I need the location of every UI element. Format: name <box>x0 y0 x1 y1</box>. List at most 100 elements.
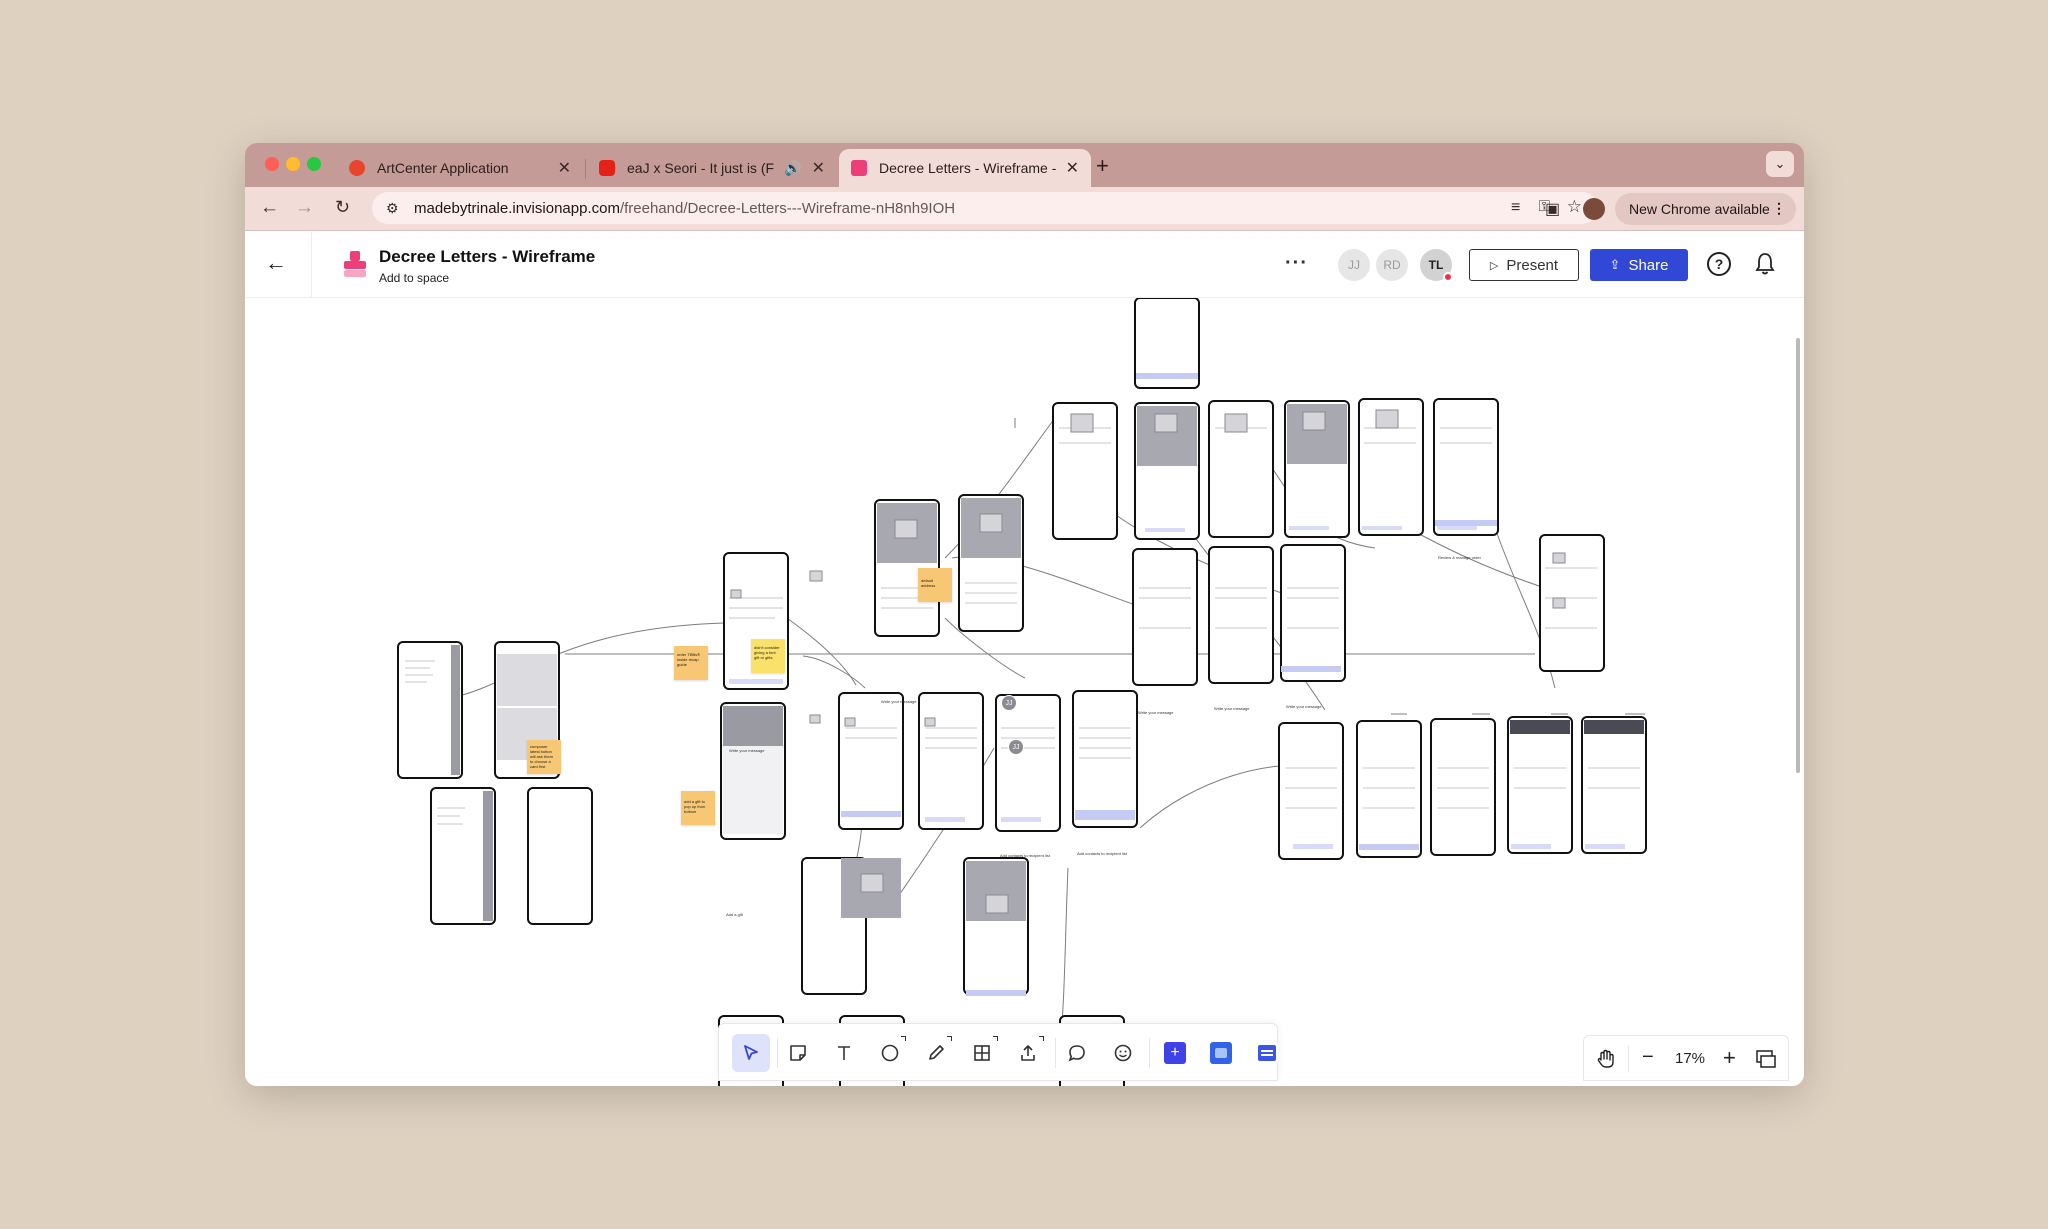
profile-avatar[interactable] <box>1583 198 1605 220</box>
screen-title: Write your message <box>1138 710 1174 715</box>
sticky-note-tool-icon[interactable] <box>779 1034 817 1072</box>
window-maximize-button[interactable] <box>307 157 321 171</box>
vertical-scrollbar[interactable] <box>1796 338 1800 773</box>
wireframe-screen <box>1539 534 1605 672</box>
wireframe-screen <box>1072 690 1138 828</box>
close-tab-icon[interactable]: ✕ <box>558 158 571 178</box>
zoom-in-button[interactable]: + <box>1723 1045 1736 1071</box>
hand-pan-icon[interactable] <box>1595 1048 1617 1070</box>
browser-window: ArtCenter Application ✕ eaJ x Seori - It… <box>245 143 1804 1086</box>
zoom-out-button[interactable]: − <box>1642 1046 1654 1069</box>
tab-title: eaJ x Seori - It just is (Fea <box>627 160 775 176</box>
tab-decree-letters[interactable]: Decree Letters - Wireframe - ✕ <box>839 149 1091 187</box>
share-icon: ⇪ <box>1609 257 1621 272</box>
sticky-note[interactable]: order TBBs® inside recap guide <box>674 646 708 680</box>
whiteboard-canvas[interactable]: default address order TBBs® inside recap… <box>245 298 1804 1086</box>
sticky-note[interactable]: didn't consider giving a font gift or gi… <box>751 639 785 673</box>
sticker-tool-icon[interactable] <box>1104 1034 1142 1072</box>
audio-playing-icon[interactable]: 🔊 <box>784 160 801 177</box>
minimap-icon[interactable] <box>1756 1050 1776 1068</box>
update-label: New Chrome available <box>1629 201 1770 217</box>
screen-title: Write your message <box>1214 706 1250 711</box>
more-options-icon[interactable]: ··· <box>1285 252 1308 275</box>
share-label: Share <box>1628 256 1669 274</box>
side-panel-icon[interactable]: ▣ <box>1545 199 1560 219</box>
wireframe-screen <box>1433 398 1499 536</box>
avatar[interactable]: RD <box>1376 249 1408 281</box>
app-header: ← Decree Letters - Wireframe Add to spac… <box>245 232 1804 298</box>
bookmark-star-icon[interactable]: ☆ <box>1567 197 1582 217</box>
new-chrome-available-button[interactable]: New Chrome available ⋮ <box>1615 193 1796 225</box>
wireframe-screen <box>995 694 1061 832</box>
zoom-level[interactable]: 17% <box>1675 1050 1705 1067</box>
screen-title: Add contacts to recipient list <box>1000 853 1050 858</box>
comment-tool-icon[interactable] <box>1058 1034 1096 1072</box>
avatar-current-user[interactable]: TL <box>1420 249 1453 282</box>
sticky-note[interactable]: default address <box>918 568 952 602</box>
help-icon[interactable]: ? <box>1707 252 1731 276</box>
sticky-note-text: didn't consider giving a font gift or gi… <box>754 645 780 660</box>
template-icon[interactable] <box>1256 1042 1278 1064</box>
wireframe-screen <box>1356 720 1422 858</box>
reload-icon[interactable]: ↻ <box>335 197 350 218</box>
screen-title: Write your message <box>729 748 765 753</box>
wireframe-screen <box>1430 718 1496 856</box>
online-status-dot <box>1443 272 1453 282</box>
site-settings-icon[interactable]: ⚙ <box>386 200 404 217</box>
wireframe-screen <box>1507 716 1573 854</box>
toolbar-separator <box>1149 1038 1150 1068</box>
sticky-note[interactable]: composer latest button will ask them to … <box>527 740 561 774</box>
back-arrow-icon[interactable]: ← <box>260 197 279 219</box>
sticky-note-text: order TBBs® inside recap guide <box>677 652 701 667</box>
pen-tool-icon[interactable] <box>917 1034 955 1072</box>
media-control-icon[interactable]: ≡ <box>1511 199 1520 217</box>
wireframe-screen <box>918 692 984 830</box>
avatar[interactable]: JJ <box>1338 249 1370 281</box>
zoom-controls: − 17% + <box>1583 1035 1789 1081</box>
close-tab-icon[interactable]: ✕ <box>812 158 825 178</box>
app-integration-icon[interactable] <box>1210 1042 1232 1064</box>
document-title[interactable]: Decree Letters - Wireframe <box>379 247 595 267</box>
kebab-menu-icon[interactable]: ⋮ <box>1772 200 1786 217</box>
tab-search-chevron-icon[interactable]: ⌄ <box>1766 151 1794 177</box>
window-close-button[interactable] <box>265 157 279 171</box>
add-app-icon[interactable]: + <box>1164 1042 1186 1064</box>
table-tool-icon[interactable] <box>963 1034 1001 1072</box>
wireframe-screen <box>1132 548 1198 686</box>
youtube-favicon-icon <box>599 160 615 176</box>
invision-favicon-icon <box>851 160 867 176</box>
shape-tool-icon[interactable] <box>871 1034 909 1072</box>
forward-arrow-icon[interactable]: → <box>295 197 314 219</box>
address-bar[interactable]: ⚙ madebytrinale.invisionapp.com/freehand… <box>372 192 1598 224</box>
notification-bell-icon[interactable] <box>1754 252 1776 276</box>
share-button[interactable]: ⇪ Share <box>1590 249 1688 281</box>
wireframe-screen <box>1278 722 1344 860</box>
back-arrow-icon[interactable]: ← <box>265 250 287 276</box>
add-to-space-link[interactable]: Add to space <box>379 271 449 285</box>
tab-artcenter[interactable]: ArtCenter Application ✕ <box>337 149 583 187</box>
wireframe-screen <box>1208 546 1274 684</box>
wireframe-board[interactable] <box>245 298 1804 1086</box>
tab-youtube[interactable]: eaJ x Seori - It just is (Fea 🔊 ✕ <box>587 149 837 187</box>
wireframe-screen <box>527 787 593 925</box>
play-icon: ▷ <box>1489 259 1499 272</box>
upload-tool-icon[interactable] <box>1009 1034 1047 1072</box>
new-tab-button[interactable]: + <box>1096 153 1109 179</box>
present-label: Present <box>1506 256 1559 274</box>
tab-title: Decree Letters - Wireframe - <box>879 160 1056 176</box>
present-button[interactable]: ▷ Present <box>1469 249 1579 281</box>
tab-separator <box>585 159 586 179</box>
tool-palette: + <box>718 1023 1278 1081</box>
close-tab-icon[interactable]: ✕ <box>1066 158 1079 178</box>
divider <box>1628 1046 1629 1072</box>
sticky-note-text: composer latest button will ask them to … <box>530 744 553 769</box>
sticky-note[interactable]: add a gift to pop up from bottom <box>681 791 715 825</box>
select-tool-icon[interactable] <box>732 1034 770 1072</box>
screen-title: Add contacts to recipient list <box>1077 851 1127 856</box>
text-tool-icon[interactable] <box>825 1034 863 1072</box>
browser-toolbar: ← → ↻ ⚙ madebytrinale.invisionapp.com/fr… <box>245 187 1804 231</box>
tab-title: ArtCenter Application <box>377 160 509 176</box>
board-logo-icon <box>344 251 366 277</box>
artcenter-favicon-icon <box>349 160 365 176</box>
window-minimize-button[interactable] <box>286 157 300 171</box>
